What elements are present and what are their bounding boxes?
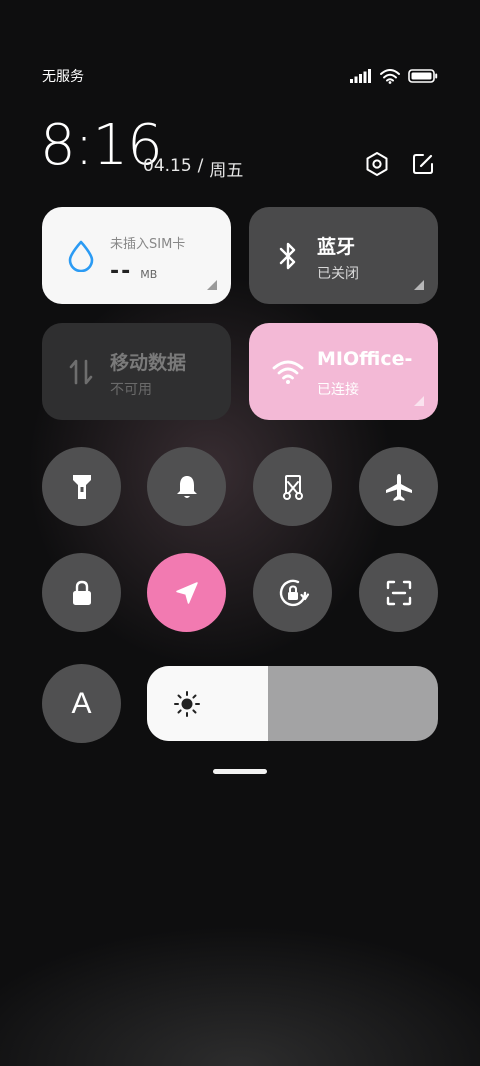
mobile-data-label: 移动数据: [110, 352, 187, 374]
wifi-tile[interactable]: MIOffice- 已连接: [249, 323, 438, 420]
location-toggle[interactable]: [147, 553, 226, 632]
bell-toggle[interactable]: [147, 447, 226, 526]
edit-icon: [413, 154, 433, 174]
data-usage-unit: MB: [140, 268, 158, 281]
screenshot-toggle[interactable]: [253, 447, 332, 526]
scan-icon: [386, 580, 411, 605]
lock-icon: [72, 580, 91, 605]
scanner-toggle[interactable]: [359, 553, 438, 632]
edit-button[interactable]: [407, 148, 439, 180]
settings-icon: [366, 152, 388, 176]
font-size-toggle[interactable]: A: [42, 664, 121, 743]
mobile-data-icon: [64, 355, 98, 389]
lock-toggle[interactable]: [42, 553, 121, 632]
bluetooth-label: 蓝牙: [317, 236, 356, 258]
date-separator: /: [197, 156, 204, 176]
flashlight-toggle[interactable]: [42, 447, 121, 526]
weekday: 周五: [209, 161, 244, 181]
font-icon: A: [71, 686, 92, 720]
data-usage-number: --: [110, 259, 133, 284]
expand-corner-icon: [414, 280, 424, 290]
status-icons: [350, 66, 438, 86]
settings-button[interactable]: [361, 148, 393, 180]
bluetooth-icon: [271, 239, 305, 273]
sun-icon: [174, 691, 200, 717]
data-usage-tile[interactable]: 未插入SIM卡 -- MB: [42, 207, 231, 304]
expand-corner-icon: [207, 280, 217, 290]
bluetooth-tile[interactable]: 蓝牙 已关闭: [249, 207, 438, 304]
data-usage-value: -- MB: [110, 259, 157, 284]
location-arrow-icon: [175, 581, 198, 604]
wifi-status: 已连接: [317, 382, 359, 398]
rotation-lock-toggle[interactable]: [253, 553, 332, 632]
brightness-fill: [147, 666, 268, 741]
scissors-icon: [282, 474, 303, 500]
date-value: 04.15: [143, 156, 192, 176]
wifi-network-name: MIOffice-: [317, 348, 413, 370]
wifi-icon: [380, 68, 400, 84]
home-indicator[interactable]: [213, 769, 267, 774]
carrier-status: 无服务: [42, 69, 84, 85]
signal-icon: [350, 69, 371, 83]
expand-corner-icon: [414, 396, 424, 406]
brightness-slider[interactable]: [147, 666, 438, 741]
airplane-toggle[interactable]: [359, 447, 438, 526]
flashlight-icon: [72, 474, 91, 499]
airplane-icon: [385, 473, 412, 501]
battery-icon: [408, 69, 438, 83]
mobile-data-status: 不可用: [110, 382, 152, 398]
water-drop-icon: [64, 239, 98, 273]
sim-status-label: 未插入SIM卡: [110, 237, 186, 252]
mobile-data-tile[interactable]: 移动数据 不可用: [42, 323, 231, 420]
wifi-icon: [271, 355, 305, 389]
date-display: 04.15 / 周五: [143, 156, 243, 181]
rotation-lock-icon: [279, 579, 309, 606]
bell-icon: [176, 475, 197, 498]
bluetooth-status: 已关闭: [317, 266, 359, 282]
